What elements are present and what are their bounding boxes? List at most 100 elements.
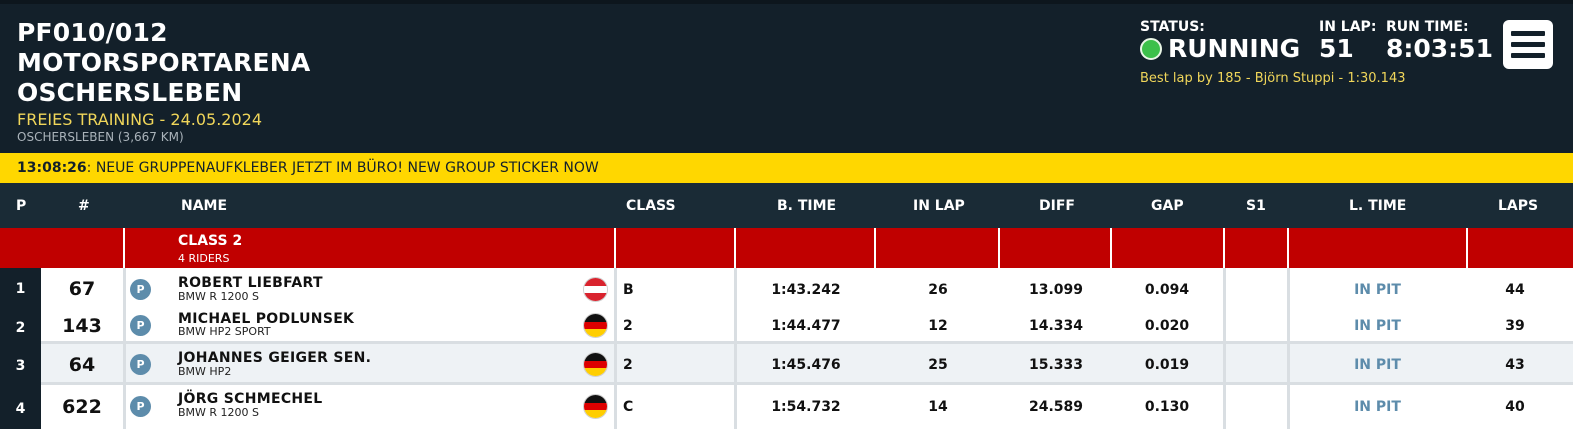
status-value: RUNNING — [1168, 34, 1301, 63]
col-number[interactable]: # — [78, 198, 90, 214]
row-number: 143 — [62, 315, 102, 337]
germany-flag-icon — [583, 394, 608, 419]
row-gap: 0.020 — [1144, 318, 1190, 334]
class-group-row: CLASS 2 4 RIDERS — [0, 228, 1573, 268]
event-title-line-1: PF010/012 — [17, 18, 168, 47]
row-position: 3 — [15, 358, 26, 374]
bike-model: BMW HP2 SPORT — [178, 325, 271, 338]
row-gap: 0.094 — [1144, 282, 1190, 298]
row-number: 622 — [62, 396, 102, 418]
class-row-divider — [1223, 228, 1225, 268]
col-gap[interactable]: GAP — [1151, 198, 1184, 214]
event-header: PF010/012 MOTORSPORTARENA OSCHERSLEBEN F… — [0, 0, 1573, 153]
bike-model: BMW R 1200 S — [178, 406, 260, 419]
inlap-label: IN LAP: — [1319, 19, 1377, 35]
row-position: 1 — [15, 281, 26, 297]
runtime-value: 8:03:51 — [1386, 34, 1493, 63]
row-class: 2 — [623, 357, 633, 373]
rider-name[interactable]: ROBERT LIEBFART — [178, 275, 323, 291]
runtime-block: RUN TIME: 8:03:51 — [1386, 19, 1506, 63]
col-laps[interactable]: LAPS — [1498, 198, 1538, 214]
row-diff: 15.333 — [1028, 357, 1084, 373]
row-best-time: 1:43.242 — [771, 282, 841, 298]
runtime-label: RUN TIME: — [1386, 19, 1469, 35]
track-info: OSCHERSLEBEN (3,667 KM) — [17, 130, 184, 144]
class-group-name: CLASS 2 — [178, 233, 243, 249]
row-best-time: 1:45.476 — [771, 357, 841, 373]
table-row[interactable]: 1 67 P ROBERT LIEBFART BMW R 1200 S B 1:… — [0, 268, 1573, 306]
row-last-time: IN PIT — [1354, 282, 1401, 298]
table-row[interactable]: 3 64 P JOHANNES GEIGER SEN. BMW HP2 2 1:… — [0, 344, 1573, 382]
col-in-lap[interactable]: IN LAP — [913, 198, 965, 214]
table-row[interactable]: 4 622 P JÖRG SCHMECHEL BMW R 1200 S C 1:… — [0, 385, 1573, 429]
class-row-divider — [1110, 228, 1112, 268]
row-last-time: IN PIT — [1354, 318, 1401, 334]
row-position: 2 — [15, 320, 26, 336]
session-subtitle: FREIES TRAINING - 24.05.2024 — [17, 110, 263, 129]
row-class: 2 — [623, 318, 633, 334]
row-number: 67 — [68, 278, 96, 300]
row-best-time: 1:44.477 — [771, 318, 841, 334]
rider-name[interactable]: JOHANNES GEIGER SEN. — [178, 350, 371, 366]
row-class: C — [623, 399, 634, 415]
inlap-value: 51 — [1319, 34, 1354, 63]
row-laps: 43 — [1505, 357, 1525, 373]
class-row-divider — [998, 228, 1000, 268]
status-label: STATUS: — [1140, 19, 1205, 35]
col-position[interactable]: P — [16, 198, 26, 214]
col-best-time[interactable]: B. TIME — [777, 198, 836, 214]
row-last-time: IN PIT — [1354, 399, 1401, 415]
row-diff: 24.589 — [1028, 399, 1084, 415]
bike-model: BMW HP2 — [178, 365, 232, 378]
row-position: 4 — [15, 401, 26, 417]
class-row-divider — [734, 228, 736, 268]
hamburger-bar-2 — [1511, 42, 1545, 47]
class-group-count: 4 RIDERS — [178, 252, 230, 265]
row-in-lap: 25 — [928, 357, 948, 373]
best-lap-info: Best lap by 185 - Björn Stuppi - 1:30.14… — [1140, 71, 1406, 86]
table-row[interactable]: 2 143 P MICHAEL PODLUNSEK BMW HP2 SPORT … — [0, 306, 1573, 342]
news-ticker: 13:08:26: NEUE GRUPPENAUFKLEBER JETZT IM… — [0, 153, 1573, 183]
row-in-lap: 12 — [928, 318, 948, 334]
status-block: STATUS: RUNNING — [1140, 19, 1310, 63]
ticker-time: 13:08:26 — [17, 160, 87, 176]
row-laps: 39 — [1505, 318, 1525, 334]
row-diff: 14.334 — [1028, 318, 1084, 334]
row-in-lap: 26 — [928, 282, 948, 298]
col-last-time[interactable]: L. TIME — [1349, 198, 1406, 214]
hamburger-menu-button[interactable] — [1503, 20, 1553, 69]
status-indicator-icon — [1140, 38, 1162, 60]
col-diff[interactable]: DIFF — [1039, 198, 1075, 214]
germany-flag-icon — [583, 352, 608, 377]
ticker-message: : NEUE GRUPPENAUFKLEBER JETZT IM BÜRO! N… — [86, 160, 599, 176]
row-laps: 40 — [1505, 399, 1525, 415]
pit-badge-icon: P — [130, 354, 151, 375]
event-title-line-2: MOTORSPORTARENA — [17, 48, 311, 77]
pit-badge-icon: P — [130, 315, 151, 336]
inlap-block: IN LAP: 51 — [1319, 19, 1389, 63]
row-gap: 0.130 — [1144, 399, 1190, 415]
row-best-time: 1:54.732 — [771, 399, 841, 415]
row-laps: 44 — [1505, 282, 1525, 298]
row-number: 64 — [68, 354, 96, 376]
status-value-wrap: RUNNING — [1140, 35, 1310, 63]
hamburger-menu-icon — [1511, 31, 1545, 36]
col-class[interactable]: CLASS — [626, 198, 676, 214]
class-row-divider — [1466, 228, 1468, 268]
germany-flag-icon — [583, 313, 608, 338]
bike-model: BMW R 1200 S — [178, 290, 260, 303]
row-in-lap: 14 — [928, 399, 948, 415]
col-name[interactable]: NAME — [181, 198, 227, 214]
row-last-time: IN PIT — [1354, 357, 1401, 373]
class-row-divider — [123, 228, 125, 268]
event-title-block: PF010/012 MOTORSPORTARENA OSCHERSLEBEN F… — [17, 18, 310, 144]
row-gap: 0.019 — [1144, 357, 1190, 373]
event-title-line-3: OSCHERSLEBEN — [17, 78, 243, 107]
class-row-divider — [1287, 228, 1289, 268]
austria-flag-icon — [583, 277, 608, 302]
row-diff: 13.099 — [1028, 282, 1084, 298]
class-row-divider — [874, 228, 876, 268]
col-s1[interactable]: S1 — [1246, 198, 1266, 214]
rider-name[interactable]: JÖRG SCHMECHEL — [178, 391, 323, 407]
hamburger-bar-3 — [1511, 53, 1545, 58]
